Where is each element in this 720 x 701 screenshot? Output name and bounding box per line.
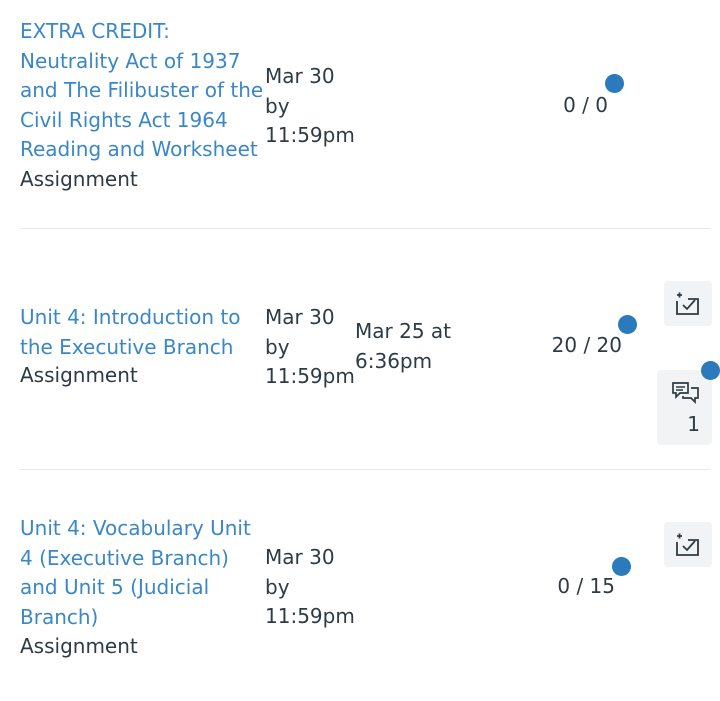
rubric-icon	[676, 533, 699, 556]
unread-dot-icon[interactable]	[618, 315, 637, 334]
due-line: 11:59pm	[265, 364, 355, 388]
assignment-title-link[interactable]: EXTRA CREDIT: Neutrality Act of 1937 and…	[20, 17, 270, 165]
assignment-row: Unit 4: Vocabulary Unit 4 (Executive Bra…	[0, 470, 720, 701]
due-line: Mar 30	[265, 64, 335, 88]
assignment-row: Unit 4: Introduction to the Executive Br…	[0, 229, 720, 469]
title-line[interactable]: and Unit 5 (Judicial	[20, 573, 270, 603]
assignment-type: Assignment	[20, 167, 138, 191]
assignment-type: Assignment	[20, 363, 138, 387]
title-line[interactable]: Civil Rights Act 1964	[20, 106, 270, 136]
due-date: Mar 30 by 11:59pm	[265, 62, 357, 151]
assignment-row: EXTRA CREDIT: Neutrality Act of 1937 and…	[0, 0, 720, 228]
unread-dot-icon[interactable]	[701, 361, 720, 380]
due-line: by	[265, 334, 290, 359]
assignment-title-link[interactable]: Unit 4: Introduction to the Executive Br…	[20, 303, 270, 362]
due-date: Mar 30 by 11:59pm	[265, 543, 357, 632]
rubric-icon	[676, 292, 699, 315]
title-line[interactable]: EXTRA CREDIT:	[20, 17, 270, 47]
assignment-type: Assignment	[20, 634, 138, 658]
comments-button[interactable]: 1	[657, 370, 712, 445]
score: 0 / 0	[563, 93, 608, 117]
unread-dot-icon[interactable]	[605, 74, 624, 93]
assignment-title-link[interactable]: Unit 4: Vocabulary Unit 4 (Executive Bra…	[20, 514, 270, 632]
due-date: Mar 30 by 11:59pm	[265, 303, 357, 392]
rubric-button[interactable]	[664, 281, 712, 326]
due-line: 11:59pm	[265, 123, 355, 147]
title-line[interactable]: Branch)	[20, 603, 270, 633]
submitted-line: 6:36pm	[355, 348, 433, 373]
due-line: by	[265, 93, 290, 118]
title-line[interactable]: and The Filibuster of the	[20, 76, 270, 106]
due-line: Mar 30	[265, 305, 335, 329]
submitted-line: Mar 25 at	[355, 319, 451, 343]
due-line: by	[265, 574, 290, 599]
unread-dot-icon[interactable]	[612, 557, 631, 576]
comment-count: 1	[687, 412, 700, 436]
due-line: Mar 30	[265, 545, 335, 569]
due-line: 11:59pm	[265, 604, 355, 628]
title-line[interactable]: Unit 4: Introduction to	[20, 303, 270, 333]
title-line[interactable]: the Executive Branch	[20, 333, 270, 363]
score: 20 / 20	[551, 333, 622, 357]
comments-icon	[672, 382, 699, 405]
submitted-date: Mar 25 at 6:36pm	[355, 317, 475, 376]
rubric-button[interactable]	[664, 522, 712, 567]
title-line[interactable]: Neutrality Act of 1937	[20, 47, 270, 77]
score: 0 / 15	[557, 574, 615, 598]
title-line[interactable]: Unit 4: Vocabulary Unit	[20, 514, 270, 544]
title-line[interactable]: 4 (Executive Branch)	[20, 544, 270, 574]
title-line[interactable]: Reading and Worksheet	[20, 135, 270, 165]
